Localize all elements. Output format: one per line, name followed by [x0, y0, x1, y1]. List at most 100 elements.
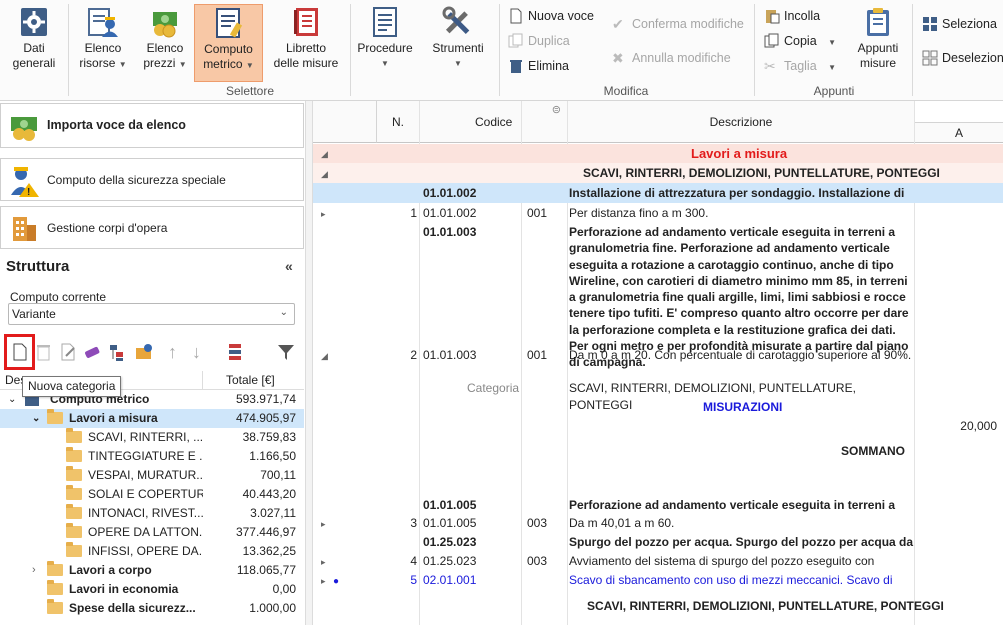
computo-corrente-select[interactable]: Variante ⌄: [8, 303, 295, 325]
grid-row[interactable]: 01.25.023 Spurgo del pozzo per acqua. Sp…: [313, 533, 1003, 552]
elenco-prezzi-button[interactable]: Elenco prezzi ▼: [137, 4, 193, 82]
sicurezza-speciale-button[interactable]: ! Computo della sicurezza speciale: [0, 158, 304, 201]
computo-metrico-button[interactable]: Computo metrico ▼: [194, 4, 263, 82]
section-title: Lavori a misura: [691, 146, 788, 161]
cell-n: 1: [410, 206, 417, 220]
folder-icon: [66, 428, 82, 443]
grid-header-descrizione[interactable]: Descrizione: [568, 101, 915, 143]
folder-icon: [66, 523, 82, 538]
tree-column-totale[interactable]: Totale [€]: [226, 373, 275, 387]
strumenti-label: Strumenti: [432, 41, 484, 55]
duplica-button[interactable]: Duplica: [508, 31, 570, 51]
seleziona-button[interactable]: Seleziona: [922, 14, 997, 34]
section-row-lavori-misura[interactable]: ◢ Lavori a misura: [313, 144, 1003, 163]
safety-worker-icon: !: [7, 163, 41, 198]
strumenti-button[interactable]: Strumenti ▼: [426, 4, 490, 82]
filter-icon[interactable]: [276, 342, 296, 362]
category-row[interactable]: ◢ SCAVI, RINTERRI, DEMOLIZIONI, PUNTELLA…: [313, 163, 1003, 183]
cell-codice: 01.01.003: [423, 348, 477, 362]
dati-generali-button[interactable]: Dati generali: [4, 4, 64, 82]
grid-header-codice[interactable]: Codice ⊜: [420, 101, 568, 143]
cell-codice: 01.01.002: [423, 206, 477, 220]
measure-document-icon: [213, 7, 245, 39]
cell-codice: 01.01.002: [423, 186, 477, 200]
tree-row-category[interactable]: VESPAI, MURATUR... 700,11: [0, 466, 304, 485]
new-document-icon[interactable]: [10, 342, 30, 362]
tree-structure-icon[interactable]: [226, 342, 246, 362]
grid-header-n[interactable]: N.: [377, 101, 420, 143]
appunti-misure-button[interactable]: Appunti misure: [848, 4, 908, 82]
tree-row-category[interactable]: INFISSI, OPERE DA... 13.362,25: [0, 542, 304, 561]
cell-descrizione: Da m 40,01 a m 60.: [569, 516, 675, 530]
grid-row[interactable]: ▸ 4 01.25.023 003 Avviamento del sistema…: [313, 552, 1003, 571]
annulla-modifiche-button[interactable]: ✖ Annulla modifiche: [612, 48, 731, 68]
close-icon: ✖: [612, 50, 624, 66]
arrow-up-icon[interactable]: ↑: [168, 342, 188, 362]
row-arrow-icon: ▸: [321, 576, 326, 586]
copia-button[interactable]: Copia ▼: [764, 31, 836, 51]
grid-header-a[interactable]: A: [915, 122, 1003, 143]
importa-voce-label: Importa voce da elenco: [47, 118, 186, 132]
deseleziona-button[interactable]: Deselezion: [922, 48, 1003, 68]
grid-row[interactable]: ◢ 2 01.01.003 001 Da m 0 a m 20. Con per…: [313, 346, 1003, 381]
folder-add-icon[interactable]: [134, 342, 154, 362]
struttura-title: Struttura: [6, 258, 70, 275]
deselect-grid-icon: [922, 50, 938, 66]
conferma-label: Conferma modifiche: [632, 17, 744, 31]
tree-row-category[interactable]: SCAVI, RINTERRI, ... 38.759,83: [0, 428, 304, 447]
tree-total: 38.759,83: [242, 430, 296, 444]
tree-row-spese-sicurezza[interactable]: Spese della sicurezz... 1.000,00: [0, 599, 304, 618]
category-footer-row[interactable]: SCAVI, RINTERRI, DEMOLIZIONI, PUNTELLATU…: [313, 597, 1003, 616]
libretto-misure-button[interactable]: Libretto delle misure: [266, 4, 346, 82]
elimina-button[interactable]: Elimina: [508, 56, 569, 76]
trash-icon[interactable]: [34, 342, 54, 362]
elenco-risorse-button[interactable]: Elenco risorse ▼: [72, 4, 134, 82]
scissors-icon: ✂: [764, 58, 776, 74]
eraser-icon[interactable]: [82, 342, 102, 362]
tree-row-lavori-misura[interactable]: ⌄ Lavori a misura 474.905,97: [0, 409, 304, 428]
panel-splitter[interactable]: [305, 101, 313, 625]
tree-row-category[interactable]: SOLAI E COPERTURE 40.443,20: [0, 485, 304, 504]
conferma-modifiche-button[interactable]: ✔ Conferma modifiche: [612, 14, 744, 34]
edit-document-icon[interactable]: [58, 342, 78, 362]
booklet-icon: [290, 6, 322, 38]
grid-row-selected[interactable]: 01.01.002 Installazione di attrezzatura …: [313, 183, 1003, 203]
grid-row[interactable]: ▸ 1 01.01.002 001 Per distanza fino a m …: [313, 204, 1003, 223]
tree-row-category[interactable]: INTONACI, RIVEST... 3.027,11: [0, 504, 304, 523]
folder-icon: [47, 599, 63, 614]
grid-row[interactable]: 01.01.005 Perforazione ad andamento vert…: [313, 496, 1003, 515]
procedure-label: Procedure: [357, 41, 413, 55]
grid-row-measure[interactable]: 20,000: [313, 417, 1003, 436]
procedure-button[interactable]: Procedure ▼: [354, 4, 416, 82]
grid-row[interactable]: ▸ 3 01.01.005 003 Da m 40,01 a m 60.: [313, 514, 1003, 533]
taglia-button[interactable]: ✂ Taglia ▼: [764, 56, 836, 76]
select-grid-icon: [922, 16, 938, 32]
arrow-down-icon[interactable]: ↓: [192, 342, 212, 362]
tree-row-lavori-corpo[interactable]: › Lavori a corpo 118.065,77: [0, 561, 304, 580]
tree-row-category[interactable]: OPERE DA LATTON... 377.446,97: [0, 523, 304, 542]
tree-add-icon[interactable]: [108, 342, 128, 362]
tree-total: 3.027,11: [250, 506, 296, 520]
tree-row-lavori-economia[interactable]: Lavori in economia 0,00: [0, 580, 304, 599]
importa-voce-button[interactable]: Importa voce da elenco: [0, 103, 304, 148]
tree-total: 118.065,77: [236, 563, 296, 577]
row-arrow-icon: ▸: [321, 209, 326, 219]
tree-total: 0,00: [272, 582, 296, 596]
cell-a-value: 20,000: [960, 419, 997, 433]
tree-row-category[interactable]: TINTEGGIATURE E ... 1.166,50: [0, 447, 304, 466]
grid-row-categoria[interactable]: Categoria SCAVI, RINTERRI, DEMOLIZIONI, …: [313, 379, 1003, 412]
grid-row-sommano[interactable]: SOMMANO: [313, 442, 1003, 461]
nuova-voce-label: Nuova voce: [528, 9, 595, 23]
gestione-corpi-button[interactable]: Gestione corpi d'opera: [0, 206, 304, 249]
tooltip-text: Nuova categoria: [28, 379, 116, 393]
collapse-panel-button[interactable]: «: [285, 258, 293, 274]
copy-icon: [764, 33, 780, 49]
grid-row[interactable]: ▸ ● 5 02.01.001 Scavo di sbancamento con…: [313, 571, 1003, 590]
filter-icon[interactable]: ⊜: [552, 101, 561, 131]
grid-row[interactable]: 01.01.003 Perforazione ad andamento vert…: [313, 223, 1003, 369]
nuova-voce-button[interactable]: Nuova voce: [508, 6, 594, 26]
grid-row-misurazioni[interactable]: MISURAZIONI: [313, 398, 1003, 417]
cell-descrizione: Scavo di sbancamento con uso di mezzi me…: [569, 573, 893, 587]
incolla-button[interactable]: Incolla: [764, 6, 820, 26]
tree-label: OPERE DA LATTON...: [88, 525, 203, 539]
